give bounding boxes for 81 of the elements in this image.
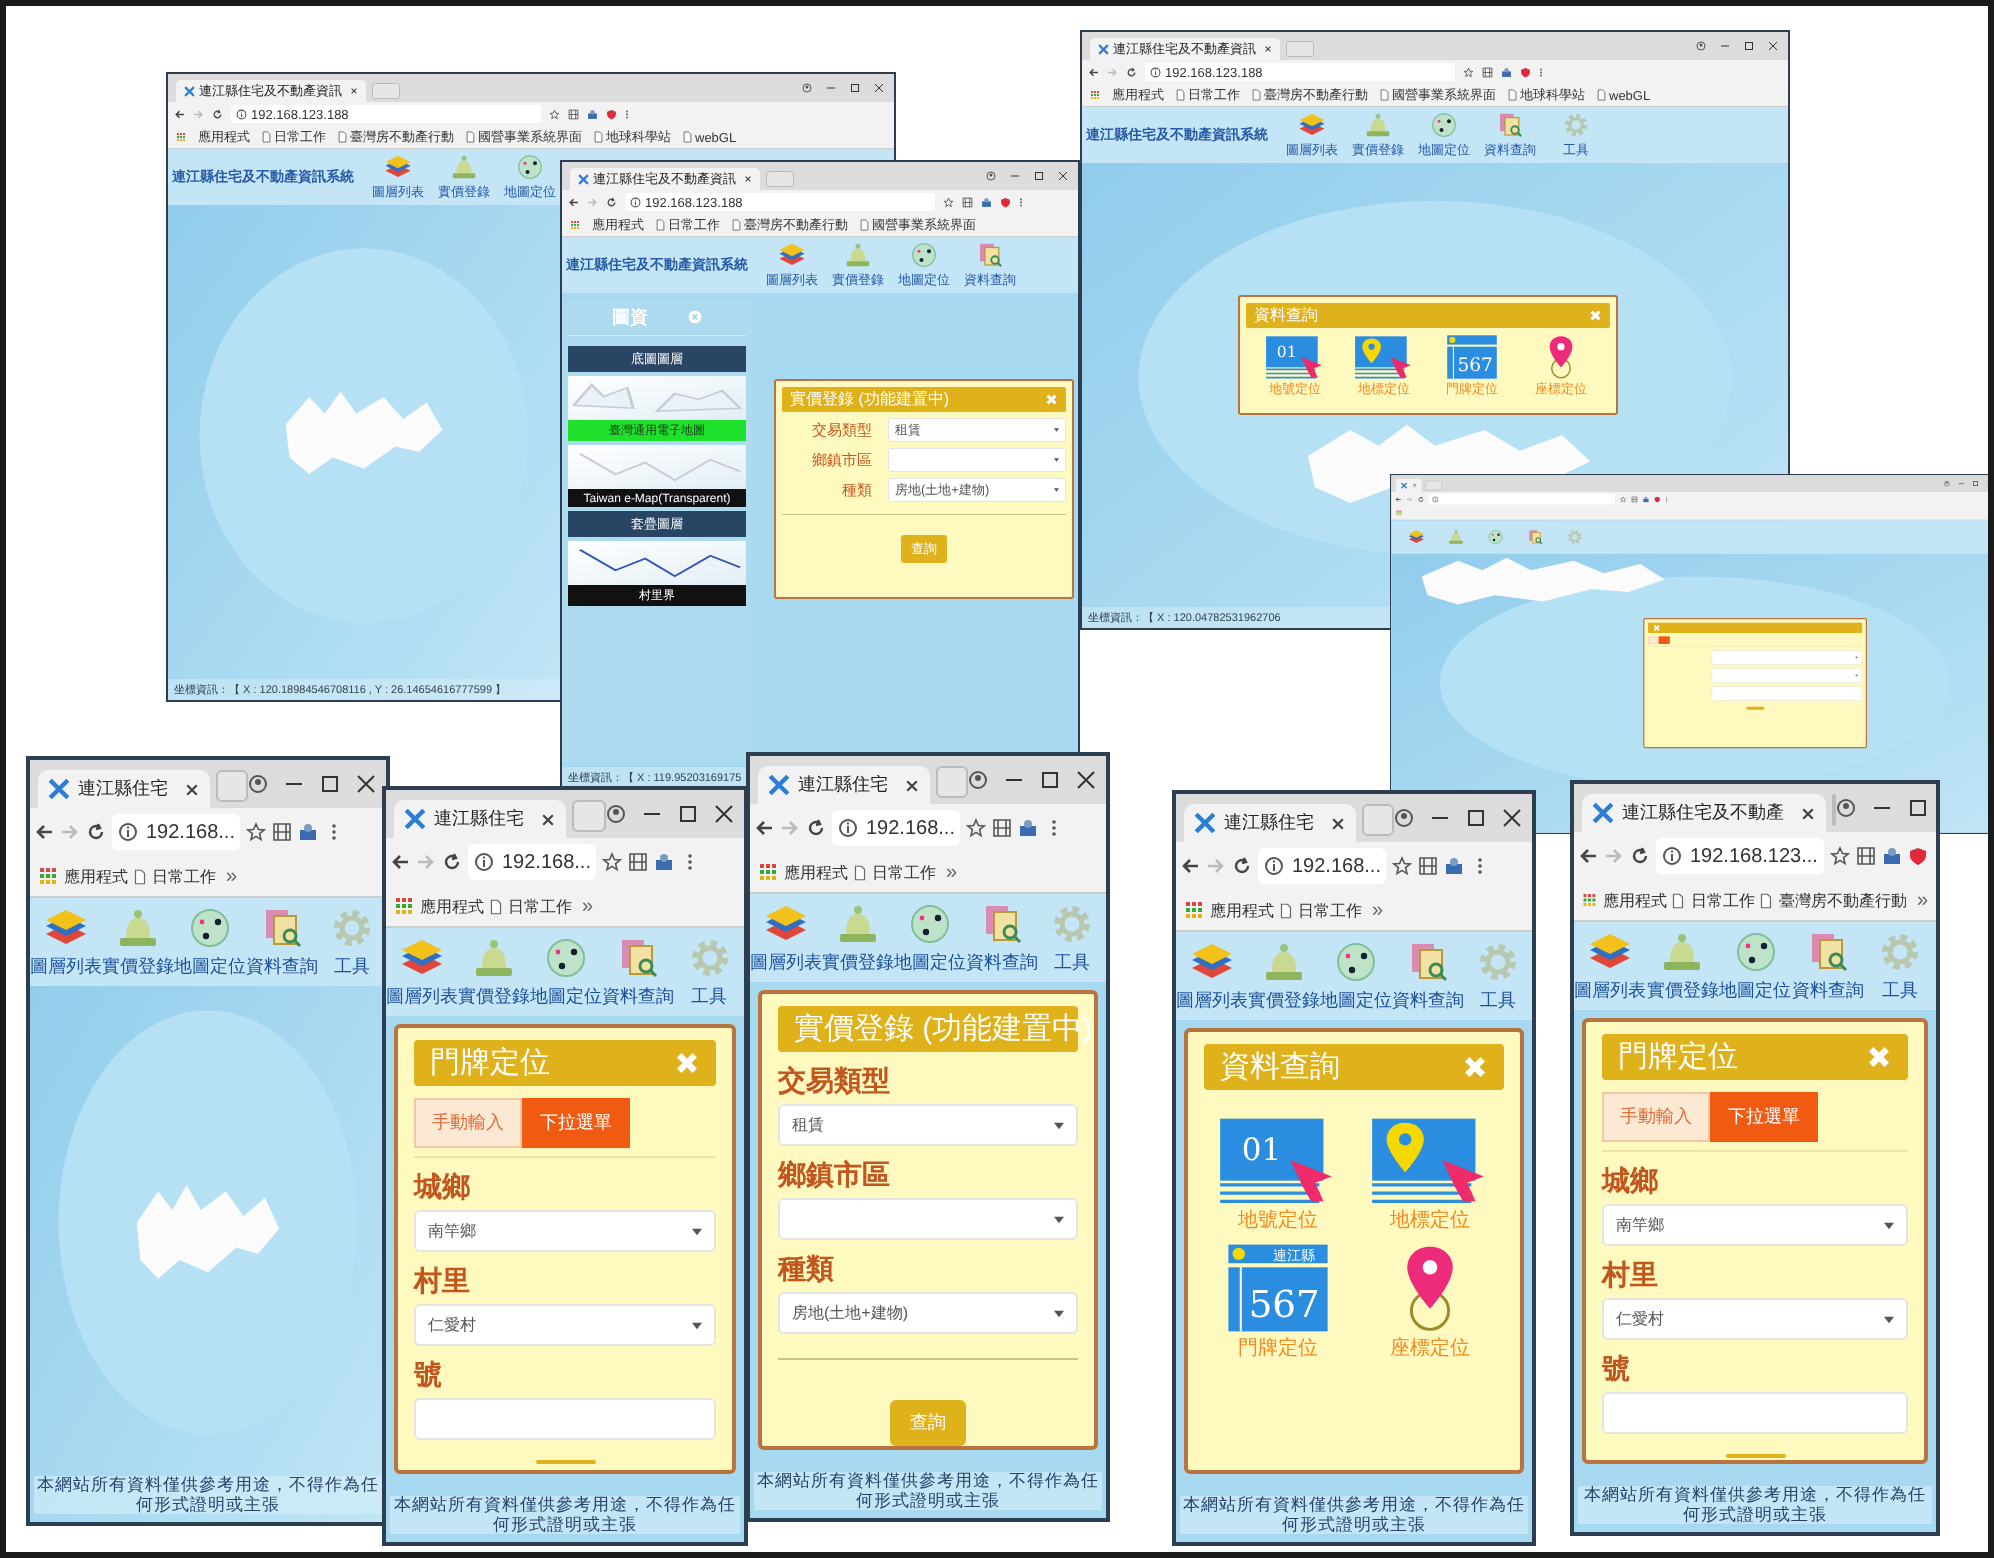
field-label: 鄉鎮市區 (778, 1158, 892, 1194)
dialog-title: 門牌定位 (430, 1044, 550, 1082)
tab[interactable]: 下拉選單 (1710, 1092, 1818, 1142)
field-label: 城鄉 (414, 1170, 472, 1206)
disclaimer-text: 本網站所有資料僅供參考用途，不得作為任何形式證明或主張 (390, 1496, 740, 1534)
disclaimer-text: 本網站所有資料僅供參考用途，不得作為任何形式證明或主張 (1578, 1486, 1932, 1524)
more-bookmarks-button[interactable]: » (946, 861, 958, 883)
more-bookmarks-button[interactable]: » (1916, 889, 1928, 911)
bookmark-link[interactable]: 日常工作 (490, 895, 572, 917)
dropdown-field[interactable]: 南竿鄉 (1602, 1204, 1908, 1246)
field-label: 號 (414, 1358, 444, 1394)
bookmark-link[interactable]: 應用程式 (1602, 889, 1667, 911)
bookmark-link[interactable]: 日常工作 (1672, 889, 1755, 911)
field-label: 交易類型 (778, 1064, 892, 1100)
bookmark-link[interactable]: 應用程式 (784, 861, 848, 883)
browser-tab[interactable]: 連江縣住宅 (758, 766, 930, 804)
address-bar[interactable]: 192.168... (112, 814, 241, 850)
dropdown-field[interactable]: 仁愛村 (414, 1304, 716, 1346)
browser-tab[interactable]: 連江縣住宅 (394, 800, 566, 838)
field-label: 城鄉 (1602, 1164, 1660, 1200)
field-label: 村里 (1602, 1258, 1660, 1294)
bookmark-link[interactable]: 日常工作 (854, 861, 936, 883)
bookmark-link[interactable]: 臺灣房不動產行動 (1760, 889, 1907, 911)
dialog-title: 實價登錄 (功能建置中) (794, 1010, 1093, 1048)
nav-button[interactable]: 資料查詢 (1791, 929, 1864, 1003)
dropdown-field[interactable]: 租賃 (778, 1104, 1078, 1146)
nav-button[interactable]: 工具 (1464, 939, 1532, 1013)
bookmark-link[interactable]: 應用程式 (420, 895, 484, 917)
nav-button[interactable]: 工具 (1038, 901, 1106, 975)
nav-button[interactable]: 實價登錄 (102, 905, 174, 979)
bookmark-link[interactable]: 日常工作 (134, 865, 216, 887)
panel-title: 圖資 (612, 305, 648, 329)
query-option[interactable]: 連江縣 567 門牌定位 (1212, 1242, 1344, 1362)
browser-tab[interactable]: 連江縣住宅及不動產 (1582, 794, 1826, 832)
field-label: 村里 (414, 1264, 472, 1300)
dropdown-field[interactable]: 仁愛村 (1602, 1298, 1908, 1340)
nav-button[interactable]: 實價登錄 (822, 901, 894, 975)
address-bar[interactable]: 192.168... (832, 810, 961, 846)
query-option[interactable]: 01 地號定位 (1212, 1114, 1344, 1234)
nav-button[interactable]: 圖層列表 (30, 905, 102, 979)
nav-button[interactable]: 實價登錄 (458, 935, 530, 1009)
nav-button[interactable]: 資料查詢 (602, 935, 674, 1009)
address-bar[interactable]: 192.168... (1258, 848, 1387, 884)
nav-button[interactable]: 資料查詢 (1392, 939, 1464, 1013)
nav-button[interactable]: 地圖定位 (894, 901, 966, 975)
browser-tab[interactable]: 連江縣住宅 (38, 770, 210, 808)
more-bookmarks-button[interactable]: » (582, 895, 594, 917)
dropdown-field[interactable]: 南竿鄉 (414, 1210, 716, 1252)
dialog-title: 資料查詢 (1220, 1048, 1340, 1086)
nav-button[interactable]: 地圖定位 (174, 905, 246, 979)
bookmark-link[interactable]: 應用程式 (1210, 899, 1274, 921)
nav-button[interactable]: 圖層列表 (750, 901, 822, 975)
nav-button[interactable]: 工具 (674, 935, 744, 1009)
dialog-title: 門牌定位 (1618, 1038, 1738, 1076)
field-label: 號 (1602, 1352, 1632, 1388)
dropdown-field[interactable]: 房地(土地+建物) (778, 1292, 1078, 1334)
nav-button[interactable]: 圖層列表 (1574, 929, 1646, 1003)
dialog-title: 實價登錄 (功能建置中) (790, 389, 950, 410)
address-bar[interactable]: 192.168... (468, 844, 597, 880)
nav-button[interactable]: 地圖定位 (1320, 939, 1392, 1013)
nav-button[interactable]: 工具 (318, 905, 386, 979)
bookmark-link[interactable]: 應用程式 (64, 865, 128, 887)
more-bookmarks-button[interactable]: » (226, 865, 238, 887)
nav-button[interactable]: 地圖定位 (530, 935, 602, 1009)
field-label: 種類 (778, 1252, 836, 1288)
tab[interactable]: 下拉選單 (522, 1098, 630, 1148)
nav-button[interactable]: 資料查詢 (966, 901, 1038, 975)
disclaimer-text: 本網站所有資料僅供參考用途，不得作為任何形式證明或主張 (34, 1476, 382, 1514)
nav-button[interactable]: 實價登錄 (1248, 939, 1320, 1013)
disclaimer-text: 本網站所有資料僅供參考用途，不得作為任何形式證明或主張 (754, 1472, 1102, 1510)
disclaimer-text: 本網站所有資料僅供參考用途，不得作為任何形式證明或主張 (1180, 1496, 1528, 1534)
address-bar[interactable]: 192.168.123... (1656, 838, 1824, 874)
browser-tab[interactable]: 連江縣住宅 (1184, 804, 1356, 842)
nav-button[interactable]: 圖層列表 (386, 935, 458, 1009)
more-bookmarks-button[interactable]: » (1372, 899, 1384, 921)
nav-button[interactable]: 實價登錄 (1646, 929, 1719, 1003)
nav-button[interactable]: 工具 (1864, 929, 1936, 1003)
nav-button[interactable]: 地圖定位 (1719, 929, 1791, 1003)
nav-button[interactable]: 資料查詢 (246, 905, 318, 979)
nav-button[interactable]: 圖層列表 (1176, 939, 1248, 1013)
bookmark-link[interactable]: 日常工作 (1280, 899, 1362, 921)
